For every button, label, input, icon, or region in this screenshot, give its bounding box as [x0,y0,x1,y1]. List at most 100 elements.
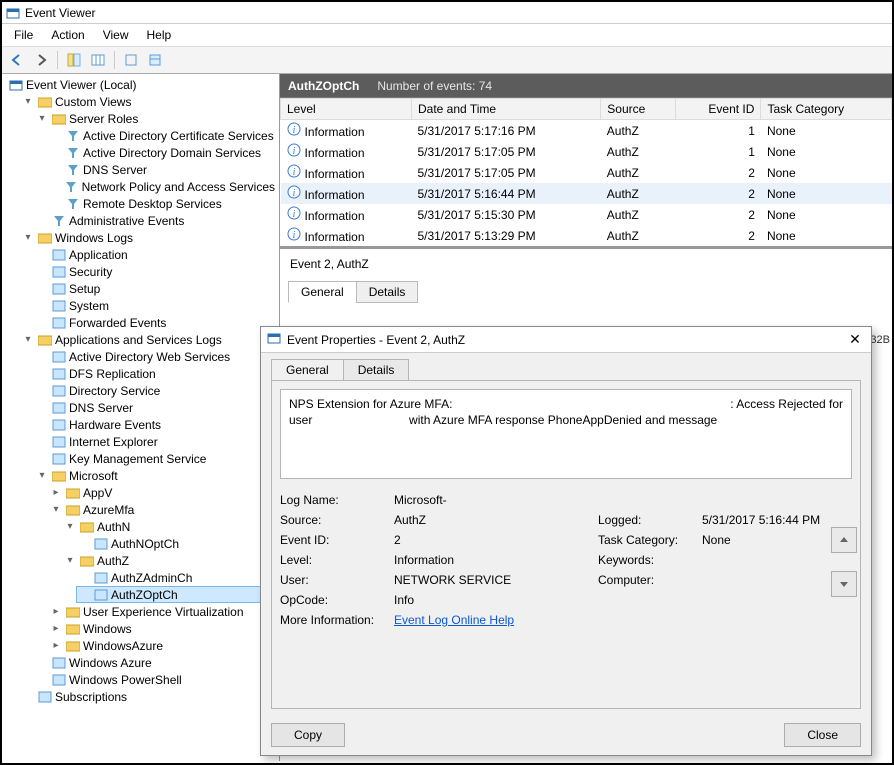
properties-button[interactable] [144,50,166,70]
tree-role-adcs[interactable]: ·Active Directory Certificate Services [48,127,279,144]
col-level[interactable]: Level [281,99,412,120]
funnel-icon [65,145,80,160]
table-row[interactable]: iInformation5/31/2017 5:15:30 PMAuthZ2No… [281,204,892,225]
tree-admin-events[interactable]: ·Administrative Events [34,212,279,229]
tree-wlog-forwarded[interactable]: ·Forwarded Events [34,314,279,331]
tree-ms-windowsazure[interactable]: ▸WindowsAzure [48,637,279,654]
tree-authz[interactable]: ▾AuthZ [62,552,279,569]
chevron-down-icon[interactable]: ▾ [64,521,76,533]
col-datetime[interactable]: Date and Time [412,99,601,120]
tree-authnoptch[interactable]: ·AuthNOptCh [76,535,279,552]
chevron-down-icon[interactable]: ▾ [50,504,62,516]
copy-button[interactable]: Copy [271,723,345,747]
log-icon [51,655,66,670]
folder-icon [79,519,94,534]
refresh-button[interactable] [120,50,142,70]
tree-windows-logs[interactable]: ▾ Windows Logs [20,229,279,246]
tree-svc-kms[interactable]: ·Key Management Service [34,450,279,467]
tree-role-adds[interactable]: ·Active Directory Domain Services [48,144,279,161]
chevron-down-icon[interactable]: ▾ [22,334,34,346]
table-row[interactable]: iInformation5/31/2017 5:16:44 PMAuthZ2No… [281,183,892,204]
tree-wlog-application[interactable]: ·Application [34,246,279,263]
tree-role-nps[interactable]: ·Network Policy and Access Services [48,178,279,195]
dlg-tab-details[interactable]: Details [343,359,410,381]
event-count: Number of events: 74 [377,79,492,93]
chevron-right-icon[interactable]: ▸ [50,487,62,499]
show-tree-button[interactable] [63,50,85,70]
tree-wlog-setup[interactable]: ·Setup [34,280,279,297]
table-row[interactable]: iInformation5/31/2017 5:13:29 PMAuthZ2No… [281,225,892,246]
content-header: AuthZOptCh Number of events: 74 [280,74,892,98]
tree-svc-directory[interactable]: ·Directory Service [34,382,279,399]
tree-wlog-security[interactable]: ·Security [34,263,279,280]
tab-details[interactable]: Details [356,281,419,303]
tree-appv[interactable]: ▸AppV [48,484,279,501]
chevron-right-icon[interactable]: ▸ [50,606,62,618]
tree-authn[interactable]: ▾AuthN [62,518,279,535]
tree-custom-views[interactable]: ▾ Custom Views [20,93,279,110]
forward-button[interactable] [30,50,52,70]
tree-uev[interactable]: ▸User Experience Virtualization [48,603,279,620]
menu-help[interactable]: Help [139,26,180,44]
menu-bar: File Action View Help [2,24,892,47]
tree-apps-services-logs[interactable]: ▾ Applications and Services Logs [20,331,279,348]
tree-authzadminch[interactable]: ·AuthZAdminCh [76,569,279,586]
chevron-down-icon[interactable]: ▾ [22,96,34,108]
dlg-tab-general[interactable]: General [271,359,344,381]
funnel-icon [65,196,80,211]
folder-icon [65,502,80,517]
tree-svc-ie[interactable]: ·Internet Explorer [34,433,279,450]
tree-role-dns[interactable]: ·DNS Server [48,161,279,178]
info-icon: i [287,206,301,220]
columns-button[interactable] [87,50,109,70]
menu-action[interactable]: Action [43,26,92,44]
table-row[interactable]: iInformation5/31/2017 5:17:05 PMAuthZ2No… [281,162,892,183]
log-icon [37,689,52,704]
preview-title: Event 2, AuthZ [288,253,884,275]
folder-icon [65,485,80,500]
tree-root[interactable]: Event Viewer (Local) [6,76,279,93]
chevron-right-icon[interactable]: ▸ [50,623,62,635]
chevron-right-icon[interactable]: ▸ [50,640,62,652]
svg-text:i: i [292,230,295,241]
info-icon: i [287,143,301,157]
tree-svc-dfs[interactable]: ·DFS Replication [34,365,279,382]
table-row[interactable]: iInformation5/31/2017 5:17:05 PMAuthZ1No… [281,141,892,162]
tree-svc-adws[interactable]: ·Active Directory Web Services [34,348,279,365]
menu-view[interactable]: View [95,26,137,44]
tree-ms-windows[interactable]: ▸Windows [48,620,279,637]
table-row[interactable]: iInformation5/31/2017 5:17:16 PMAuthZ1No… [281,120,892,142]
tree-svc-hardware[interactable]: ·Hardware Events [34,416,279,433]
folder-icon [37,230,52,245]
tree-powershell-log[interactable]: ·Windows PowerShell [34,671,279,688]
tree-subscriptions[interactable]: ·Subscriptions [20,688,279,705]
folder-icon [65,604,80,619]
tree-microsoft[interactable]: ▾ Microsoft [34,467,279,484]
back-button[interactable] [6,50,28,70]
tree-windows-azure-log[interactable]: ·Windows Azure [34,654,279,671]
next-event-button[interactable] [831,571,857,597]
info-icon: i [287,164,301,178]
chevron-down-icon[interactable]: ▾ [36,470,48,482]
tree-azuremfa[interactable]: ▾AzureMfa [48,501,279,518]
tree-authzoptch[interactable]: ·AuthZOptCh [76,586,279,603]
close-button[interactable]: Close [784,723,861,747]
close-icon[interactable]: ✕ [845,330,865,350]
col-source[interactable]: Source [601,99,675,120]
col-taskcat[interactable]: Task Category [761,99,892,120]
chevron-down-icon[interactable]: ▾ [64,555,76,567]
tree-wlog-system[interactable]: ·System [34,297,279,314]
prev-event-button[interactable] [831,527,857,553]
folder-icon [51,111,66,126]
tab-general[interactable]: General [288,281,357,303]
svg-text:i: i [292,209,295,220]
tree-server-roles[interactable]: ▾ Server Roles [34,110,279,127]
tree-svc-dns[interactable]: ·DNS Server [34,399,279,416]
chevron-down-icon[interactable]: ▾ [36,113,48,125]
col-eventid[interactable]: Event ID [675,99,761,120]
event-log-online-help-link[interactable]: Event Log Online Help [394,613,594,627]
tree-role-rds[interactable]: ·Remote Desktop Services [48,195,279,212]
log-icon [51,281,66,296]
menu-file[interactable]: File [6,26,41,44]
chevron-down-icon[interactable]: ▾ [22,232,34,244]
